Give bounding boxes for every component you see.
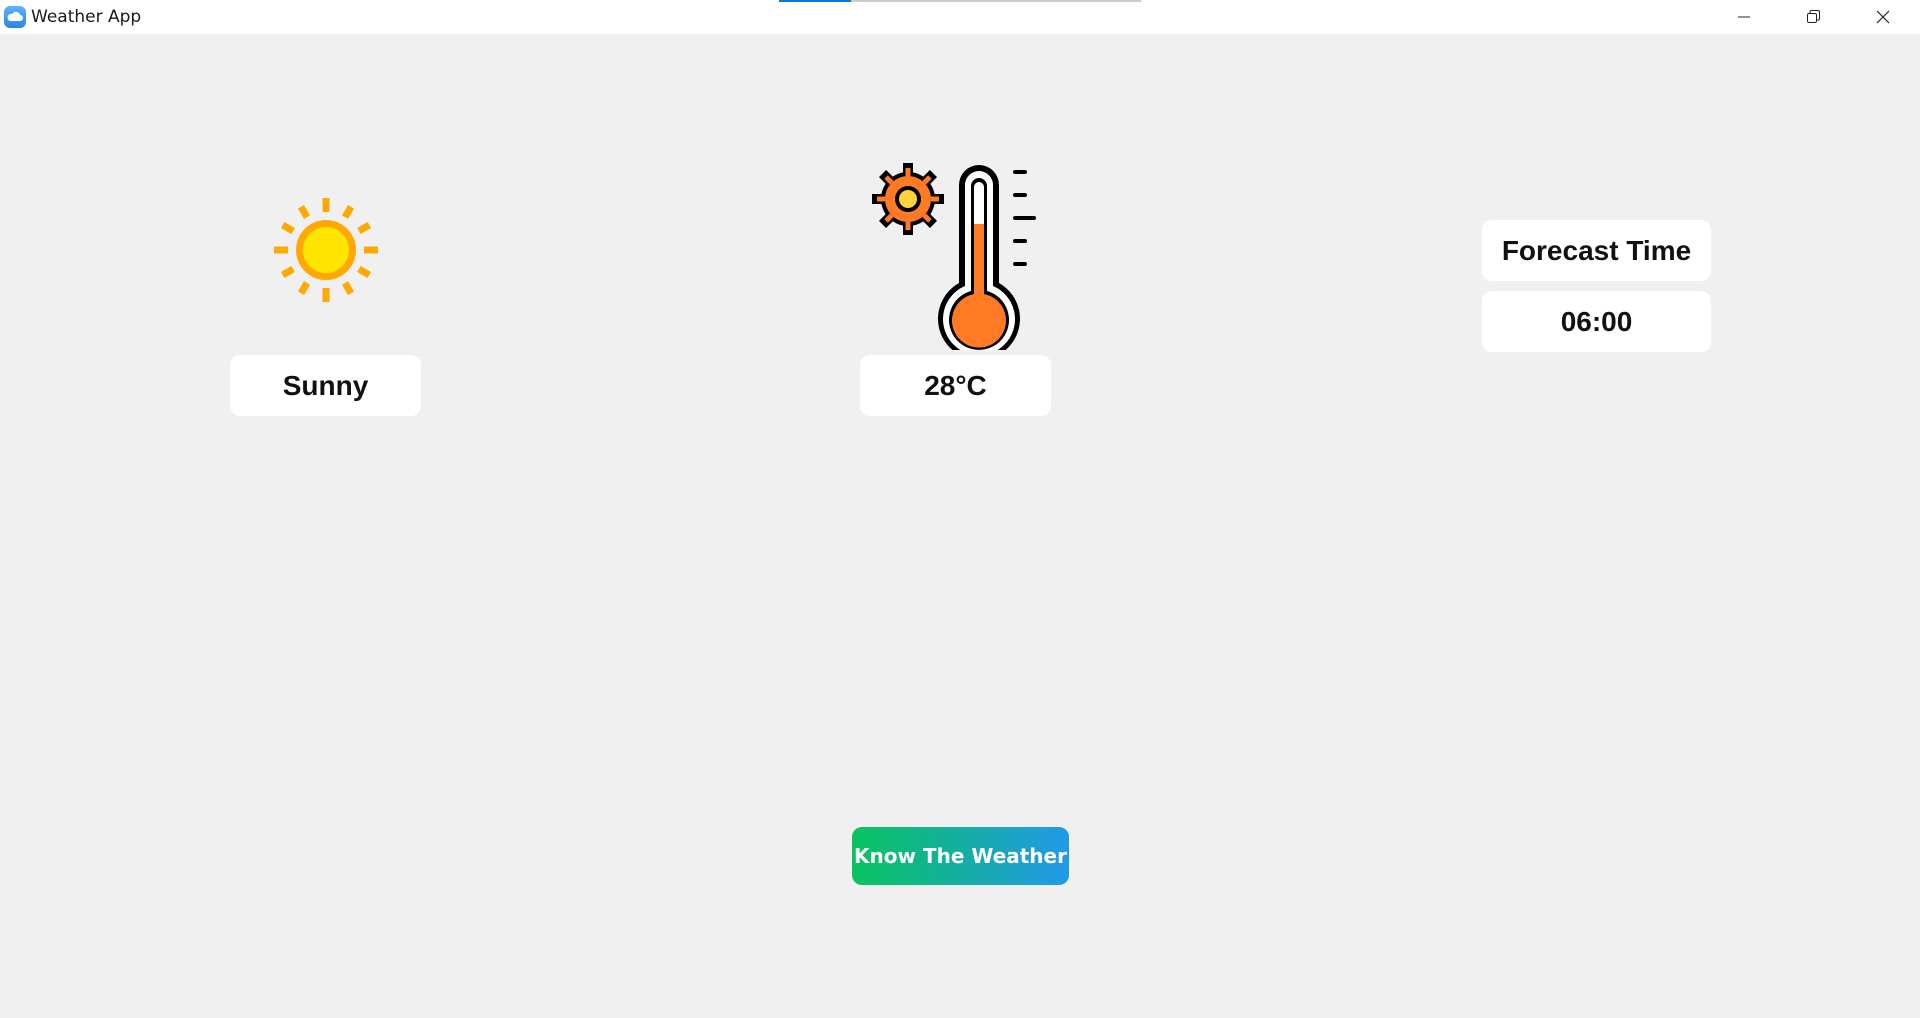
forecast-title-card: Forecast Time <box>1482 220 1711 281</box>
thermometer-sun-icon <box>872 163 1036 350</box>
weather-condition-card: Sunny <box>230 355 421 416</box>
minimize-icon <box>1738 16 1750 18</box>
restore-icon <box>1807 10 1820 23</box>
forecast-title-label: Forecast Time <box>1501 234 1692 266</box>
temperature-label: 28°C <box>924 369 987 401</box>
temperature-card: 28°C <box>860 355 1051 416</box>
forecast-time-label: 06:00 <box>1560 305 1633 337</box>
weather-condition-label: Sunny <box>282 369 369 401</box>
know-the-weather-button[interactable]: Know The Weather <box>852 827 1069 885</box>
loading-progress-fill <box>779 0 852 2</box>
title-bar[interactable]: Weather App <box>0 0 1920 34</box>
forecast-time-card: 06:00 <box>1482 291 1711 352</box>
sun-icon <box>274 198 378 302</box>
close-button[interactable] <box>1848 0 1918 34</box>
minimize-button[interactable] <box>1709 0 1779 34</box>
restore-button[interactable] <box>1778 0 1848 34</box>
cloud-app-icon <box>4 6 26 28</box>
weather-app-window: Weather App Sunny 28°C Forecast Time 06:… <box>0 0 1920 1018</box>
window-title: Weather App <box>31 7 142 27</box>
loading-progress-bar <box>779 0 1141 2</box>
close-icon <box>1876 10 1890 24</box>
